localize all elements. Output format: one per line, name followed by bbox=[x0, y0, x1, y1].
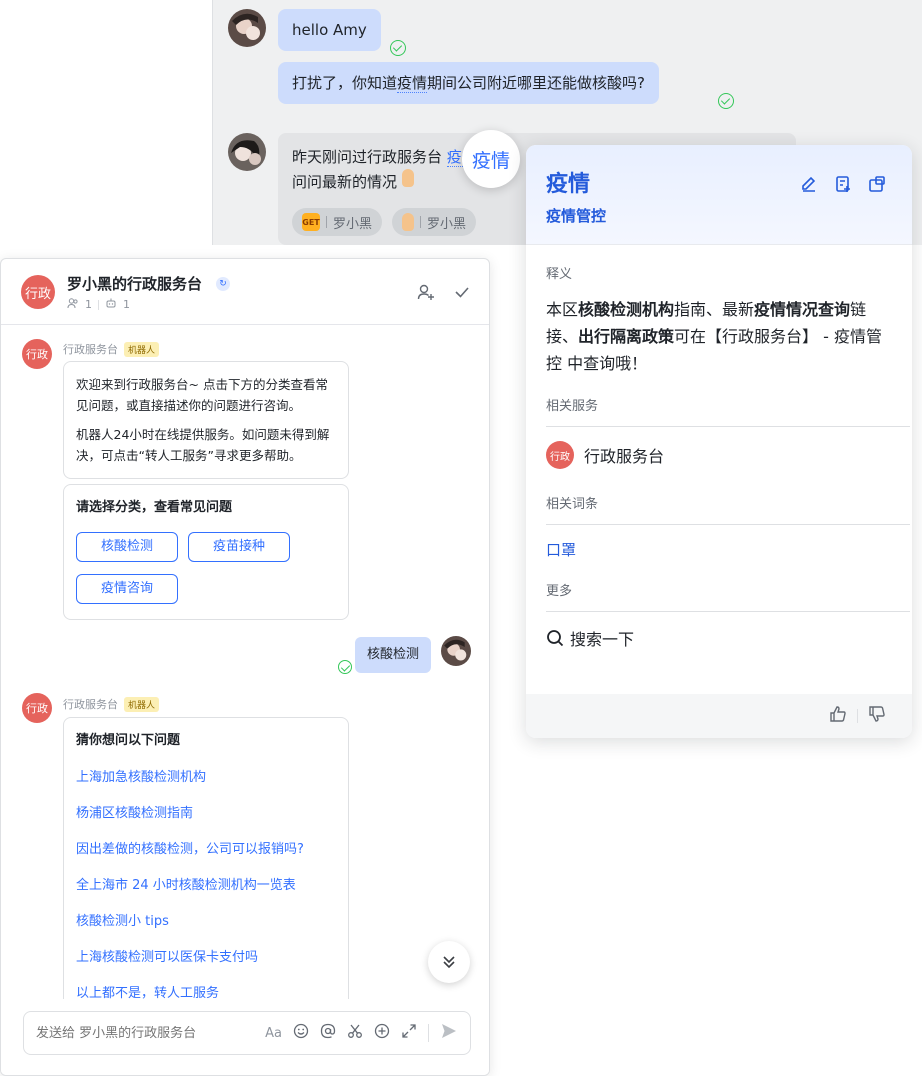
bot-avatar[interactable]: 行政 bbox=[22, 339, 52, 369]
read-check-icon bbox=[338, 660, 352, 674]
hand-emoji-icon bbox=[402, 213, 415, 231]
faq-link[interactable]: 上海加急核酸检测机构 bbox=[76, 760, 336, 796]
separator bbox=[857, 709, 858, 723]
member-icon bbox=[67, 297, 79, 312]
faq-link[interactable]: 杨浦区核酸检测指南 bbox=[76, 796, 336, 832]
user-avatar-amy-sender[interactable] bbox=[228, 9, 266, 47]
read-check-icon bbox=[718, 93, 734, 109]
double-chevron-down-icon bbox=[443, 956, 455, 969]
definition-segment: 出行隔离政策 bbox=[578, 327, 675, 346]
thumbs-down-icon[interactable] bbox=[868, 705, 886, 727]
definition-segment: 指南、最新 bbox=[674, 300, 755, 319]
open-window-icon[interactable] bbox=[868, 175, 886, 193]
related-words-label: 相关词条 bbox=[546, 497, 599, 512]
search-button[interactable]: 搜索一下 bbox=[526, 612, 912, 650]
group-avatar[interactable]: 行政 bbox=[21, 275, 55, 309]
category-button-nucleic-test[interactable]: 核酸检测 bbox=[76, 532, 178, 562]
my-avatar[interactable] bbox=[441, 636, 471, 666]
reaction-hand[interactable]: 罗小黑 bbox=[392, 208, 477, 236]
font-format-icon[interactable]: Aa bbox=[265, 1026, 282, 1041]
service-avatar: 行政 bbox=[546, 441, 574, 469]
screenshot-scissors-icon[interactable] bbox=[347, 1023, 363, 1043]
done-check-icon[interactable] bbox=[453, 283, 471, 305]
chat-meta: 1 1 bbox=[67, 297, 130, 312]
add-note-icon[interactable] bbox=[834, 175, 852, 193]
add-member-icon[interactable] bbox=[417, 283, 435, 305]
message-input-box[interactable]: Aa bbox=[23, 1011, 471, 1055]
feedback-bar bbox=[526, 694, 912, 738]
category-button-vaccine[interactable]: 疫苗接种 bbox=[188, 532, 290, 562]
send-icon[interactable] bbox=[440, 1022, 458, 1044]
faq-link[interactable]: 全上海市 24 小时核酸检测机构一览表 bbox=[76, 868, 336, 904]
scroll-to-bottom-button[interactable] bbox=[428, 941, 470, 983]
faq-card: 猜你想问以下问题 上海加急核酸检测机构 杨浦区核酸检测指南 因出差做的核酸检测，… bbox=[63, 717, 349, 1017]
definition-text: 本区核酸检测机构指南、最新疫情情况查询链接、出行隔离政策可在【行政服务台】 - … bbox=[526, 282, 912, 377]
message-bubble-question[interactable]: 打扰了，你知道疫情期间公司附近哪里还能做核酸吗? bbox=[278, 62, 659, 104]
definition-segment: 疫情情况查询 bbox=[754, 300, 851, 319]
thumbs-up-icon[interactable] bbox=[829, 705, 847, 727]
faq-link[interactable]: 核酸检测小 tips bbox=[76, 904, 336, 940]
read-check-icon bbox=[390, 40, 406, 56]
message-input[interactable] bbox=[36, 1025, 266, 1041]
message-bubble-hello[interactable]: hello Amy bbox=[278, 9, 381, 51]
definition-label: 释义 bbox=[546, 267, 573, 282]
bot-name: 行政服务台 机器人 bbox=[63, 341, 160, 357]
category-button-epidemic-consult[interactable]: 疫情咨询 bbox=[76, 574, 178, 604]
category-card: 请选择分类，查看常见问题 核酸检测 疫苗接种 疫情咨询 bbox=[63, 484, 349, 620]
definition-segment: 核酸检测机构 bbox=[578, 300, 675, 319]
search-icon bbox=[547, 630, 564, 647]
bot-avatar[interactable]: 行政 bbox=[22, 693, 52, 723]
user-message-bubble[interactable]: 核酸检测 bbox=[355, 637, 432, 673]
popover-subtitle: 疫情管控 bbox=[546, 207, 607, 225]
related-word-mask[interactable]: 口罩 bbox=[526, 525, 912, 560]
reaction-list: GET 罗小黑 罗小黑 bbox=[292, 208, 477, 236]
service-chat-window: 行政 罗小黑的行政服务台 ↻ 1 1 行政 行政服务台 机器人 欢迎来到行政服务… bbox=[0, 258, 490, 1076]
related-service-item[interactable]: 行政 行政服务台 bbox=[526, 427, 912, 469]
faq-link[interactable]: 因出差做的核酸检测，公司可以报销吗? bbox=[76, 832, 336, 868]
keyword-popover-card: 疫情 疫情管控 释义 本区核酸检测机构指南、最新疫情情况查询链接、出行隔离政策可… bbox=[526, 145, 912, 738]
chat-title[interactable]: 罗小黑的行政服务台 bbox=[67, 273, 202, 294]
related-service-label: 相关服务 bbox=[546, 399, 599, 414]
add-plus-icon[interactable] bbox=[374, 1023, 390, 1043]
sync-icon[interactable]: ↻ bbox=[216, 277, 230, 291]
more-label: 更多 bbox=[546, 584, 573, 599]
emoji-icon[interactable] bbox=[293, 1023, 309, 1043]
popover-header: 疫情 疫情管控 bbox=[526, 145, 912, 245]
bot-name: 行政服务台 机器人 bbox=[63, 696, 160, 712]
mention-icon[interactable] bbox=[320, 1023, 336, 1043]
get-emoji-icon: GET bbox=[302, 213, 320, 231]
chat-header: 行政 罗小黑的行政服务台 ↻ 1 1 bbox=[1, 259, 489, 325]
expand-icon[interactable] bbox=[401, 1023, 417, 1043]
faq-link[interactable]: 上海核酸检测可以医保卡支付吗 bbox=[76, 940, 336, 976]
reaction-get[interactable]: GET 罗小黑 bbox=[292, 208, 383, 236]
magnifier-lens: 疫情 bbox=[462, 130, 520, 188]
welcome-card: 欢迎来到行政服务台~ 点击下方的分类查看常见问题，或直接描述你的问题进行咨询。 … bbox=[63, 361, 349, 479]
keyword-epidemic[interactable]: 疫情 bbox=[397, 74, 428, 93]
thumbs-hand-emoji-icon bbox=[401, 169, 414, 187]
bot-icon bbox=[105, 297, 117, 312]
edit-icon[interactable] bbox=[800, 175, 818, 193]
definition-segment: 本区 bbox=[546, 300, 579, 319]
user-avatar-other[interactable] bbox=[228, 133, 266, 171]
